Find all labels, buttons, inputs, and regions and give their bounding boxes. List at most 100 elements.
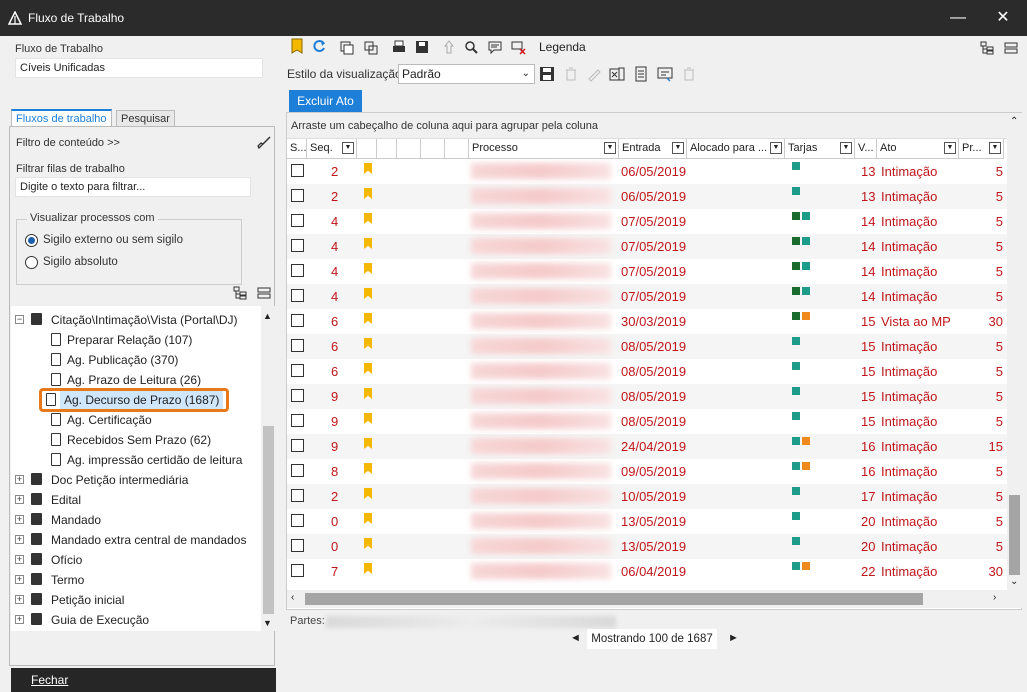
expand-icon[interactable]: +	[15, 515, 24, 524]
close-button[interactable]: ✕	[985, 6, 1021, 30]
column-filter-icon[interactable]: ▼	[840, 142, 852, 154]
view-style-select[interactable]: Padrão ⌄	[398, 64, 535, 84]
row-checkbox[interactable]	[291, 464, 304, 477]
export-icon[interactable]	[657, 66, 673, 82]
fechar-button[interactable]: Fechar	[11, 668, 276, 692]
column-header[interactable]: Ato ▼	[877, 139, 959, 159]
scroll-up-icon[interactable]: ▲	[263, 311, 272, 321]
column-filter-icon[interactable]: ▼	[672, 142, 684, 154]
row-checkbox[interactable]	[291, 514, 304, 527]
tab-fluxos[interactable]: Fluxos de trabalho	[11, 109, 112, 127]
row-checkbox[interactable]	[291, 439, 304, 452]
comment-icon[interactable]	[487, 39, 503, 55]
save-icon[interactable]	[539, 66, 555, 82]
document-icon[interactable]	[633, 66, 649, 82]
table-row[interactable]: 2 10/05/2019 17 Intimação 5	[287, 484, 1007, 509]
column-header[interactable]: S...	[287, 139, 307, 159]
table-row[interactable]: 9 24/04/2019 16 Intimação 15	[287, 434, 1007, 459]
row-checkbox[interactable]	[291, 214, 304, 227]
tree-scrollbar[interactable]: ▲ ▼	[261, 306, 276, 631]
minimize-button[interactable]: —	[940, 6, 976, 30]
expand-icon[interactable]: +	[15, 495, 24, 504]
table-row[interactable]: 4 07/05/2019 14 Intimação 5	[287, 209, 1007, 234]
brush-icon[interactable]	[256, 135, 272, 151]
grid-vscroll-thumb[interactable]	[1009, 495, 1020, 575]
prev-page-icon[interactable]: ◄	[570, 632, 581, 644]
table-row[interactable]: 9 08/05/2019 15 Intimação 5	[287, 409, 1007, 434]
refresh-icon[interactable]	[311, 38, 327, 54]
row-checkbox[interactable]	[291, 189, 304, 202]
grid-hscroll-thumb[interactable]	[305, 593, 923, 605]
column-header[interactable]: V...	[855, 139, 877, 159]
row-checkbox[interactable]	[291, 564, 304, 577]
row-checkbox[interactable]	[291, 239, 304, 252]
print-icon[interactable]	[391, 39, 407, 55]
workflow-field[interactable]: Cíveis Unificadas	[15, 58, 263, 78]
table-row[interactable]: 4 07/05/2019 14 Intimação 5	[287, 259, 1007, 284]
tree-node-selected[interactable]: Ag. Decurso de Prazo (1687)	[39, 388, 229, 412]
column-header[interactable]	[397, 139, 421, 159]
radio-sigilo-absoluto[interactable]	[25, 256, 38, 269]
remove-comment-icon[interactable]	[510, 39, 526, 55]
table-row[interactable]: 6 30/03/2019 15 Vista ao MP 30	[287, 309, 1007, 334]
table-row[interactable]: 0 13/05/2019 20 Intimação 5	[287, 509, 1007, 534]
column-header[interactable]	[357, 139, 377, 159]
excluir-ato-button[interactable]: Excluir Ato	[289, 90, 362, 112]
column-filter-icon[interactable]: ▼	[989, 142, 1001, 154]
next-page-icon[interactable]: ►	[728, 632, 739, 644]
row-checkbox[interactable]	[291, 489, 304, 502]
table-row[interactable]: 7 06/04/2019 22 Intimação 30	[287, 559, 1007, 584]
collapse-icon[interactable]: −	[15, 315, 24, 324]
column-header[interactable]: Tarjas ▼	[785, 139, 855, 159]
expand-icon[interactable]: +	[15, 615, 24, 624]
scroll-up-icon[interactable]: ⌃	[1010, 116, 1018, 127]
grid-collapse-icon[interactable]	[1003, 40, 1019, 56]
column-header[interactable]	[421, 139, 445, 159]
row-checkbox[interactable]	[291, 364, 304, 377]
tab-pesquisar[interactable]: Pesquisar	[116, 110, 175, 127]
expand-icon[interactable]: +	[15, 555, 24, 564]
save-doc-icon[interactable]	[414, 39, 430, 55]
row-checkbox[interactable]	[291, 289, 304, 302]
column-filter-icon[interactable]: ▼	[604, 142, 616, 154]
row-checkbox[interactable]	[291, 339, 304, 352]
grid-hscrollbar[interactable]: ‹ ›	[287, 590, 1007, 608]
radio-sigilo-externo[interactable]	[25, 234, 38, 247]
column-header[interactable]	[445, 139, 469, 159]
table-row[interactable]: 2 06/05/2019 13 Intimação 5	[287, 159, 1007, 184]
scroll-down-icon[interactable]: ▼	[263, 618, 272, 628]
scroll-left-icon[interactable]: ‹	[291, 592, 294, 603]
table-row[interactable]: 8 09/05/2019 16 Intimação 5	[287, 459, 1007, 484]
grid-expand-icon[interactable]	[979, 40, 995, 56]
column-filter-icon[interactable]: ▼	[944, 142, 956, 154]
row-checkbox[interactable]	[291, 389, 304, 402]
table-row[interactable]: 9 08/05/2019 15 Intimação 5	[287, 384, 1007, 409]
table-row[interactable]: 6 08/05/2019 15 Intimação 5	[287, 359, 1007, 384]
table-row[interactable]: 4 07/05/2019 14 Intimação 5	[287, 234, 1007, 259]
column-filter-icon[interactable]: ▼	[770, 142, 782, 154]
table-row[interactable]: 6 08/05/2019 15 Intimação 5	[287, 334, 1007, 359]
group-by-area[interactable]: Arraste um cabeçalho de coluna aqui para…	[287, 113, 1007, 139]
search-doc-icon[interactable]	[463, 39, 479, 55]
excel-icon[interactable]	[609, 66, 625, 82]
new-doc-icon[interactable]	[289, 38, 305, 54]
scroll-right-icon[interactable]: ›	[993, 592, 996, 603]
duplicate-icon[interactable]	[363, 40, 379, 56]
expand-icon[interactable]: +	[15, 595, 24, 604]
row-checkbox[interactable]	[291, 539, 304, 552]
copy-icon[interactable]	[339, 40, 355, 56]
collapse-all-icon[interactable]	[256, 285, 272, 301]
column-header[interactable]: Seq. ▼	[307, 139, 357, 159]
expand-icon[interactable]: +	[15, 575, 24, 584]
filter-queues-input[interactable]: Digite o texto para filtrar...	[15, 177, 251, 197]
grid-vscrollbar[interactable]: ⌃ ⌄	[1007, 113, 1022, 608]
row-checkbox[interactable]	[291, 264, 304, 277]
column-header[interactable]: Processo ▼	[469, 139, 619, 159]
scroll-down-icon[interactable]: ⌄	[1010, 576, 1018, 587]
column-filter-icon[interactable]: ▼	[342, 142, 354, 154]
table-row[interactable]: 0 13/05/2019 20 Intimação 5	[287, 534, 1007, 559]
column-header[interactable]: Pr... ▼	[959, 139, 1004, 159]
expand-icon[interactable]: +	[15, 535, 24, 544]
expand-all-icon[interactable]	[232, 285, 248, 301]
column-header[interactable]: Entrada ▼	[619, 139, 687, 159]
